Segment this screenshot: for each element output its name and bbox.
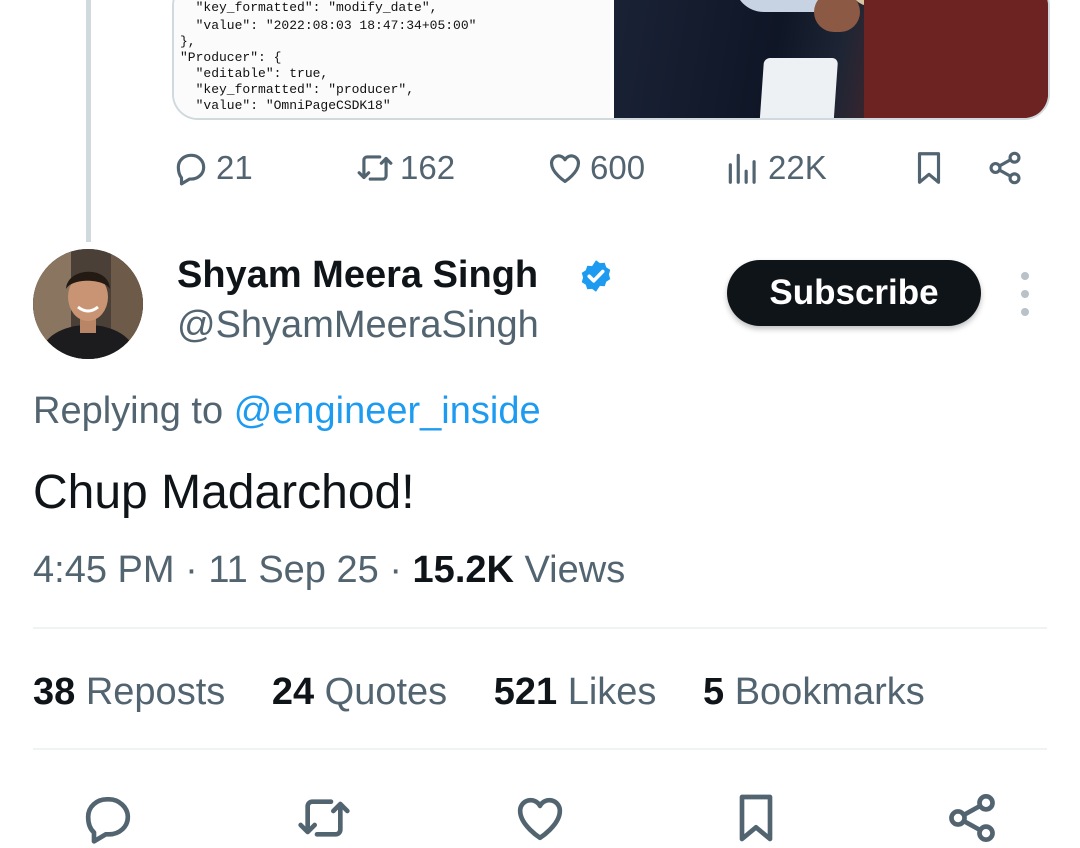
bookmark-icon	[917, 152, 941, 184]
code-screenshot-image: "key_formatted": "modify_date", "value":…	[174, 0, 610, 118]
views-button[interactable]: 22K	[724, 140, 827, 196]
reply-button[interactable]: 21	[172, 140, 253, 196]
parent-media-card[interactable]: "key_formatted": "modify_date", "value":…	[172, 0, 1050, 120]
repost-icon	[357, 155, 393, 181]
thread-connector-line	[86, 0, 91, 242]
views-icon	[728, 153, 756, 184]
like-button[interactable]: 600	[546, 140, 645, 196]
parent-action-bar: 21 162 600 22K	[172, 140, 1032, 196]
bookmarks-stat[interactable]: 5 Bookmarks	[703, 671, 925, 713]
share-icon	[989, 151, 1021, 185]
avatar[interactable]	[33, 249, 143, 359]
code-line: "editable": true,	[180, 66, 329, 81]
like-icon	[517, 797, 563, 841]
repost-icon	[298, 799, 350, 837]
reply-icon	[176, 153, 206, 186]
code-line: "key_formatted": "producer",	[180, 82, 415, 97]
code-line: "value": "2022:08:03 18:47:34+05:00"	[180, 18, 477, 33]
tweet-date[interactable]: 11 Sep 25	[208, 549, 378, 591]
author-display-name[interactable]: Shyam Meera Singh	[177, 250, 538, 300]
bookmark-button[interactable]	[726, 788, 786, 848]
tweet-time[interactable]: 4:45 PM	[33, 549, 175, 591]
replying-to-line: Replying to @engineer_inside	[33, 386, 541, 436]
like-button[interactable]	[510, 788, 570, 848]
subscribe-button[interactable]: Subscribe	[727, 260, 981, 326]
replying-to-link[interactable]: @engineer_inside	[234, 390, 541, 432]
reply-icon	[85, 797, 131, 844]
code-line: },	[180, 34, 196, 49]
attached-photo	[614, 0, 1048, 118]
tweet-text: Chup Madarchod!	[33, 466, 415, 519]
like-count: 600	[590, 149, 646, 186]
quotes-stat[interactable]: 24 Quotes	[272, 671, 447, 713]
reply-button[interactable]	[78, 788, 138, 848]
repost-count: 162	[400, 149, 456, 186]
reply-count: 21	[216, 149, 253, 186]
more-options-icon[interactable]	[1008, 272, 1042, 316]
code-line: "Producer": {	[180, 50, 282, 65]
engagement-stats: 38 Reposts 24 Quotes 521 Likes 5 Bookmar…	[33, 666, 961, 718]
bookmark-icon	[739, 794, 773, 842]
divider	[33, 748, 1047, 750]
views-total: 15.2K	[412, 549, 514, 591]
code-line: "value": "OmniPageCSDK18"	[180, 98, 391, 113]
meta-separator: ·	[389, 549, 402, 591]
views-count: 22K	[768, 149, 827, 186]
tweet-metadata: 4:45 PM · 11 Sep 25 · 15.2K Views	[33, 544, 625, 596]
replying-prefix: Replying to	[33, 390, 224, 432]
like-icon	[549, 154, 581, 184]
reposts-stat[interactable]: 38 Reposts	[33, 671, 225, 713]
share-icon	[949, 793, 995, 843]
share-button[interactable]	[986, 140, 1030, 196]
divider	[33, 627, 1047, 629]
meta-separator: ·	[185, 549, 198, 591]
avatar-photo	[33, 249, 143, 359]
tweet-action-bar	[0, 780, 1080, 848]
verified-badge-icon	[581, 260, 611, 292]
bookmark-button[interactable]	[910, 140, 954, 196]
repost-button[interactable]	[294, 788, 354, 848]
author-handle[interactable]: @ShyamMeeraSingh	[177, 300, 539, 350]
views-label: Views	[524, 549, 626, 591]
repost-button[interactable]: 162	[356, 140, 455, 196]
code-line: "key_formatted": "modify_date",	[180, 0, 438, 15]
share-button[interactable]	[942, 788, 1002, 848]
likes-stat[interactable]: 521 Likes	[494, 671, 657, 713]
